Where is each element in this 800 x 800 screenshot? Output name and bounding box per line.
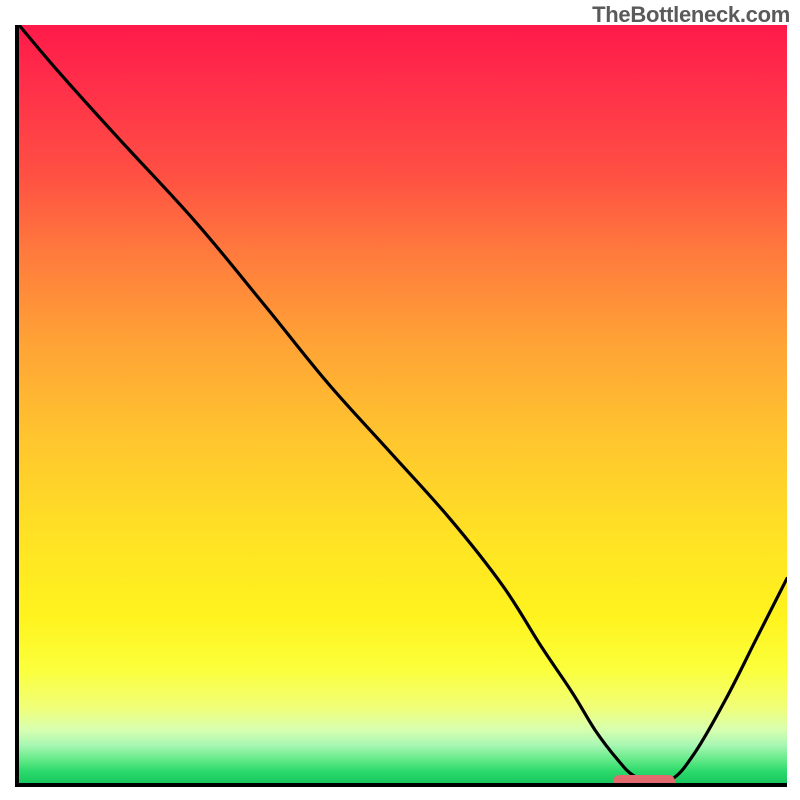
chart-container: TheBottleneck.com [0, 0, 800, 800]
optimal-marker [613, 775, 675, 787]
plot-area [15, 25, 787, 787]
bottleneck-curve [19, 25, 787, 783]
